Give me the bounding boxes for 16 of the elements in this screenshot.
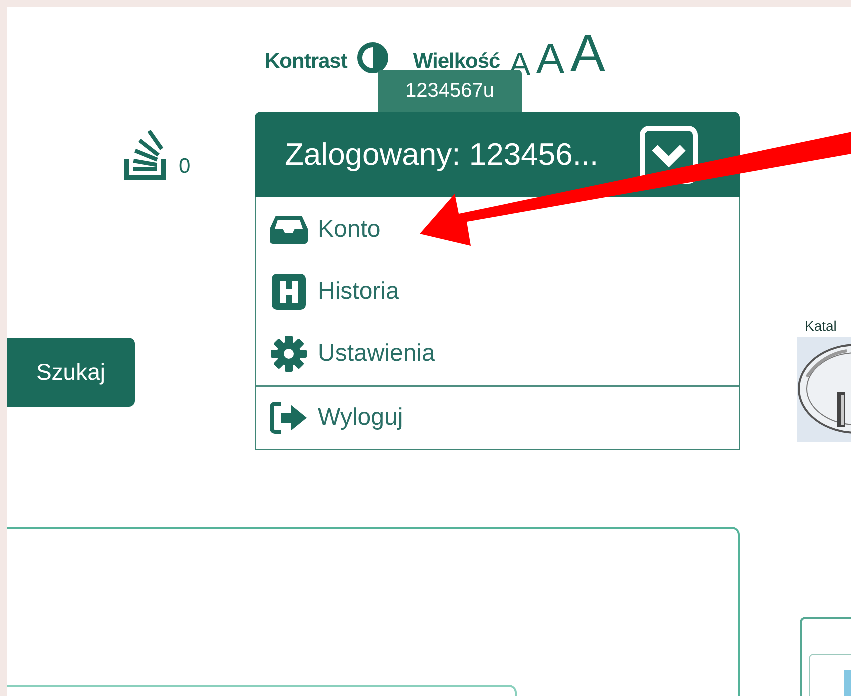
font-size-button[interactable]: A (568, 28, 608, 80)
contrast-label: Kontrast (265, 50, 348, 75)
gear-icon (271, 336, 307, 372)
menu-item[interactable]: Konto (256, 199, 739, 261)
basket-count: 0 (179, 154, 191, 180)
logout-icon (270, 402, 308, 434)
menu-item[interactable]: Historia (256, 261, 739, 323)
search-button[interactable]: Szukaj (7, 338, 135, 407)
catalog-label: Katal (804, 318, 838, 336)
contrast-icon[interactable] (357, 42, 390, 74)
account-dropdown-button[interactable]: Zalogowany: 123456... (255, 112, 740, 197)
font-size-button[interactable]: A (534, 38, 568, 80)
menu-item[interactable]: Wyloguj (256, 385, 739, 449)
menu-item[interactable]: Ustawienia (256, 323, 739, 385)
inbox-icon (270, 215, 308, 245)
username-tooltip: 1234567u (378, 70, 522, 112)
